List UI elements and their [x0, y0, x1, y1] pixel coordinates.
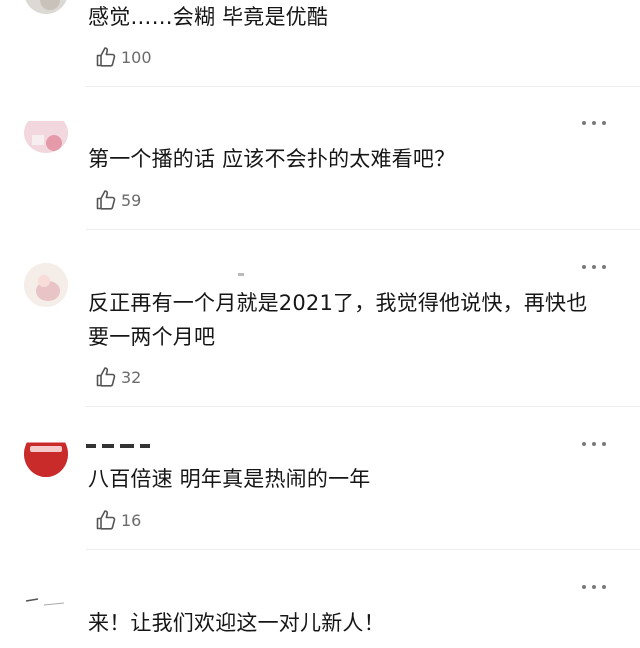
- like-button[interactable]: 59: [94, 188, 141, 212]
- comment-item: 来！让我们欢迎这一对儿新人！: [0, 549, 640, 648]
- comment-text: 第一个播的话 应该不会扑的太难看吧？: [88, 147, 456, 171]
- like-button[interactable]: 100: [94, 45, 152, 69]
- avatar[interactable]: [24, 121, 68, 153]
- comment-item: 反正再有一个月就是2021了，我觉得他说快，再快也要一两个月吧 32: [0, 229, 640, 406]
- like-button[interactable]: 32: [94, 365, 141, 389]
- like-count: 16: [121, 510, 142, 530]
- comment-text: 八百倍速 明年真是热闹的一年: [88, 467, 371, 491]
- comment-text: 感觉……会糊 毕竟是优酷: [88, 5, 329, 29]
- comment-text: 来！让我们欢迎这一对儿新人！: [88, 611, 385, 635]
- like-count: 100: [121, 47, 152, 67]
- thumbs-up-icon: [96, 510, 116, 530]
- avatar[interactable]: [24, 0, 68, 14]
- username[interactable]: [86, 269, 246, 279]
- more-options-icon[interactable]: [582, 584, 606, 590]
- avatar[interactable]: [24, 595, 68, 615]
- comment-item: 八百倍速 明年真是热闹的一年 16: [0, 406, 640, 549]
- like-button[interactable]: 16: [94, 508, 141, 532]
- thumbs-up-icon: [96, 190, 116, 210]
- more-options-icon[interactable]: [582, 441, 606, 447]
- comment-item: 第一个播的话 应该不会扑的太难看吧？ 59: [0, 86, 640, 229]
- more-options-icon[interactable]: [582, 120, 606, 126]
- comment-item: 感觉……会糊 毕竟是优酷 100: [0, 0, 640, 86]
- thumbs-up-icon: [96, 47, 116, 67]
- username[interactable]: [86, 438, 176, 448]
- more-options-icon[interactable]: [582, 264, 606, 270]
- comment-text: 反正再有一个月就是2021了，我觉得他说快，再快也要一两个月吧: [88, 291, 588, 349]
- avatar[interactable]: [24, 442, 68, 477]
- like-count: 32: [121, 367, 142, 387]
- avatar[interactable]: [24, 263, 68, 307]
- like-count: 59: [121, 190, 142, 210]
- thumbs-up-icon: [96, 367, 116, 387]
